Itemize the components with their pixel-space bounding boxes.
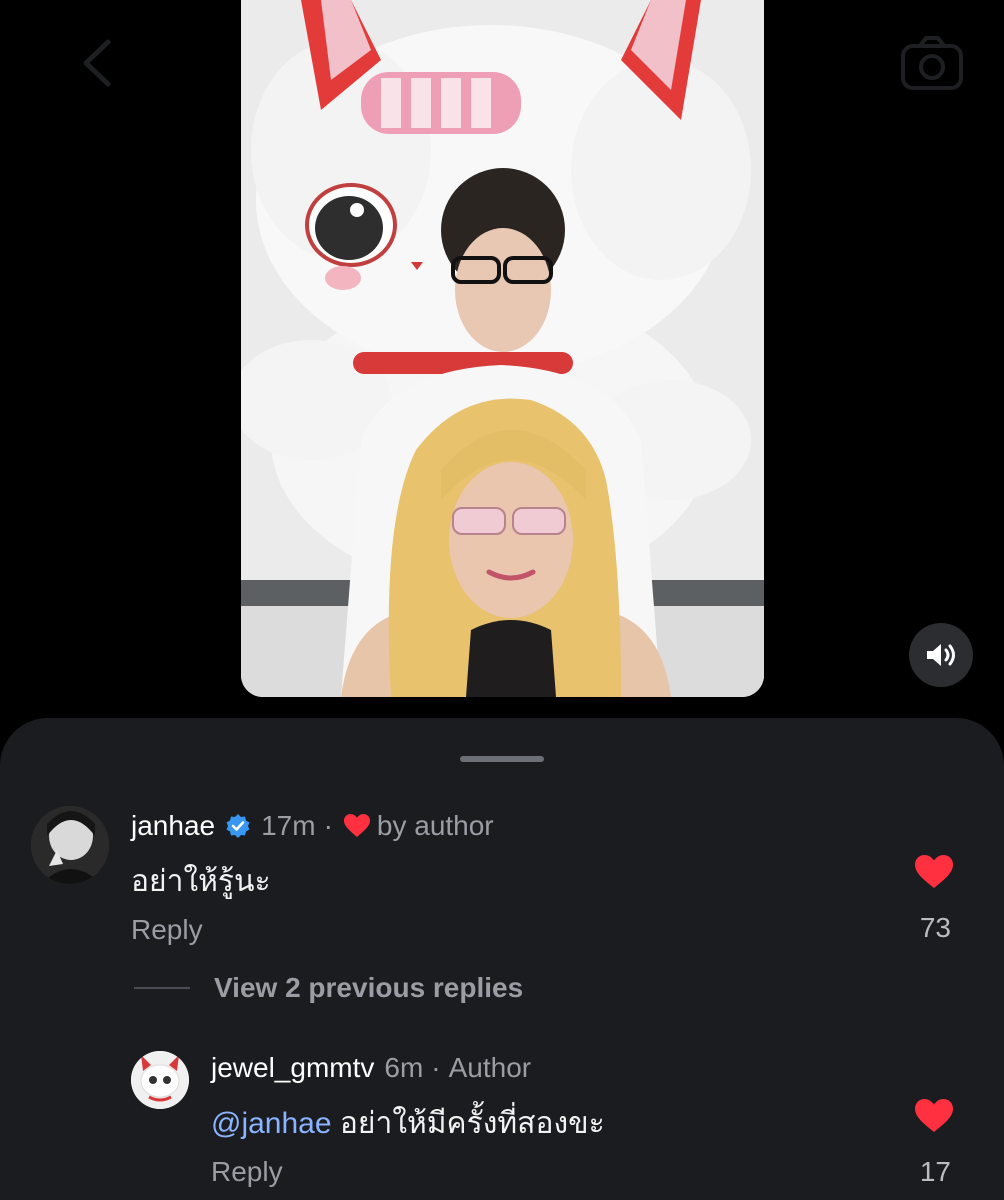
reply-button[interactable]: Reply xyxy=(131,914,203,946)
mention-link[interactable]: @janhae xyxy=(211,1107,332,1140)
camera-icon[interactable] xyxy=(900,34,964,92)
heart-icon xyxy=(343,814,370,837)
reply-button[interactable]: Reply xyxy=(211,1156,283,1188)
comment-text: อย่าให้รู้นะ xyxy=(131,865,271,898)
reply-username[interactable]: jewel_gmmtv xyxy=(211,1052,374,1084)
reply-meta: jewel_gmmtv 6m · Author xyxy=(211,1052,531,1084)
verified-badge-icon xyxy=(226,814,250,838)
sound-toggle-button[interactable] xyxy=(909,623,973,687)
avatar-image xyxy=(31,806,109,884)
reply-text: @janhae อย่าให้มีครั้งที่สองขะ xyxy=(211,1100,605,1147)
avatar-image xyxy=(131,1051,189,1109)
reply-time: 6m xyxy=(384,1052,424,1083)
comment-time: 17m xyxy=(261,810,316,841)
heart-icon[interactable] xyxy=(914,1098,954,1134)
view-replies-label: View 2 previous replies xyxy=(214,972,524,1003)
comment-username[interactable]: janhae xyxy=(131,810,215,842)
chevron-left-icon[interactable] xyxy=(78,38,118,88)
view-previous-replies[interactable]: View 2 previous replies xyxy=(134,972,523,1004)
meta-separator: · xyxy=(431,1052,441,1083)
speaker-icon xyxy=(927,644,955,666)
author-label: Author xyxy=(448,1052,532,1083)
video-frame-image xyxy=(241,0,764,697)
story-comments-screen: janhae 17m · by author อย่าให้รู้นะ Repl… xyxy=(0,0,1004,1200)
comments-sheet: janhae 17m · by author อย่าให้รู้นะ Repl… xyxy=(0,718,1004,1200)
avatar[interactable] xyxy=(31,806,109,884)
story-video[interactable] xyxy=(241,0,764,697)
like-count: 73 xyxy=(919,912,951,943)
heart-icon[interactable] xyxy=(914,854,954,890)
sheet-grabber[interactable] xyxy=(460,756,544,762)
meta-separator: · xyxy=(323,810,333,841)
liked-by-author-label: by author xyxy=(376,810,494,841)
like-count: 17 xyxy=(919,1156,951,1187)
comment-meta: janhae 17m · by author xyxy=(131,810,494,842)
avatar[interactable] xyxy=(131,1051,189,1109)
reply-body: อย่าให้มีครั้งที่สองขะ xyxy=(331,1107,605,1140)
divider xyxy=(134,987,190,989)
